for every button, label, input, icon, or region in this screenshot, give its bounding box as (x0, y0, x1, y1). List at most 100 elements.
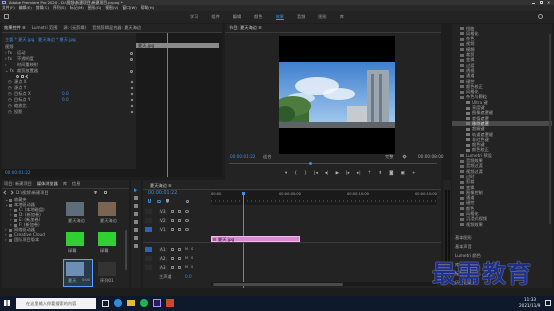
hand-icon[interactable] (133, 236, 138, 240)
linked-selection-icon[interactable] (157, 199, 161, 203)
pen-icon[interactable] (133, 228, 138, 232)
clip-v1[interactable]: 夏天.jpg (211, 236, 300, 242)
workspace-tab[interactable]: 学习 (190, 14, 198, 20)
panel-tab[interactable]: 音频剪辑混合器: 夏天海边 (92, 25, 141, 30)
track-label[interactable]: A1 (159, 247, 167, 253)
play-icon[interactable]: ▶ (336, 171, 339, 177)
media-thumbnail[interactable]: 绿幕 (96, 230, 124, 256)
add-marker-icon[interactable]: ▾ (285, 171, 287, 177)
mini-clip-bar[interactable]: 夏天.jpg (136, 43, 219, 48)
lock-icon[interactable] (171, 228, 174, 231)
mute-icon[interactable]: M (185, 247, 188, 252)
menu-item[interactable]: 编辑(E) (19, 6, 32, 10)
wrench-icon[interactable] (402, 154, 407, 159)
track-header-audio[interactable]: A3 M S (145, 264, 209, 271)
stopwatch-icon[interactable]: ◷ (8, 103, 12, 108)
sync-icon[interactable] (178, 257, 181, 260)
media-thumbnail[interactable]: 夏天海边 (64, 200, 92, 226)
effect-row-crop-placer[interactable]: ⌄ fx 裁剪放置器 (5, 68, 133, 73)
premiere-icon[interactable] (153, 299, 161, 307)
timeline-hscroll[interactable] (211, 282, 437, 286)
effects-tree-item[interactable]: 图像遮罩键 (452, 111, 552, 116)
extract-icon[interactable]: ⇞ (378, 171, 382, 177)
mark-out-icon[interactable]: } (304, 171, 307, 177)
add-marker-icon[interactable] (166, 199, 169, 203)
back-icon[interactable] (3, 190, 8, 195)
chat-icon[interactable] (140, 299, 148, 307)
mini-playhead[interactable] (167, 33, 168, 177)
lock-icon[interactable] (171, 266, 174, 269)
pen-mask-icon[interactable] (25, 73, 30, 79)
sync-icon[interactable] (178, 219, 181, 222)
track-label[interactable]: V1 (159, 227, 167, 233)
media-path[interactable]: D:\视频\新建项目 (16, 190, 49, 195)
lock-icon[interactable] (171, 248, 174, 251)
search-icon[interactable] (538, 14, 543, 19)
lift-icon[interactable]: ⇡ (368, 171, 372, 177)
effects-tree-item[interactable]: 亮度键 (452, 105, 552, 111)
mark-in-icon[interactable]: { (294, 171, 297, 177)
settings-icon[interactable] (186, 199, 189, 203)
track-label[interactable]: V2 (159, 218, 167, 224)
master-value[interactable]: 0.0 (185, 274, 192, 279)
effects-tree-item[interactable]: Ultra 键 (452, 100, 552, 105)
ellipse-mask-icon[interactable] (16, 74, 19, 78)
workspace-tab[interactable]: 编辑 (233, 14, 241, 20)
source-patch[interactable] (145, 256, 152, 261)
program-playhead[interactable] (309, 161, 312, 165)
track-header-video[interactable]: V3 (145, 208, 209, 215)
project-scrollbar[interactable] (125, 230, 127, 270)
workspace-tab[interactable]: 图形 (318, 14, 326, 20)
panel-tab[interactable]: 媒体浏览器 (37, 181, 58, 186)
program-tab[interactable]: 节目: 夏天海边 ≡ (229, 25, 262, 30)
effect-row-time-remap[interactable]: › 时间重映射 (5, 62, 133, 67)
menu-item[interactable]: 窗口(W) (122, 6, 136, 10)
effects-tree-item[interactable]: 视频效果 (452, 222, 552, 227)
panel-tab[interactable]: Lumetri 范围 (32, 25, 58, 30)
lock-icon[interactable] (171, 257, 174, 260)
folder-icon[interactable] (127, 300, 135, 306)
mute-icon[interactable]: M (185, 256, 188, 261)
stopwatch-icon[interactable]: ◷ (8, 97, 12, 102)
keyframe-icon[interactable] (130, 104, 134, 108)
step-back-icon[interactable]: ◂| (325, 171, 329, 177)
effect-property-row[interactable]: ◷ 目标点 X 0.0 (8, 91, 134, 96)
right-section-tab[interactable]: 基本图形 (452, 234, 552, 241)
workspace-tab[interactable]: 库 (340, 14, 344, 20)
effects-tree-item[interactable]: 移除遮罩 (452, 121, 552, 127)
effect-property-row[interactable]: ◷ 缩放比 (8, 103, 134, 108)
source-patch[interactable] (145, 227, 152, 232)
menu-item[interactable]: 图形(G) (88, 6, 102, 10)
type-icon[interactable] (133, 244, 138, 248)
track-label[interactable]: A3 (159, 265, 167, 271)
workspace-tab[interactable]: 颜色 (254, 14, 262, 20)
right-section-tab[interactable]: Lumetri 颜色 (452, 252, 552, 259)
effect-property-row[interactable]: ◷ 源点 X (8, 79, 134, 84)
minimize-icon[interactable] (532, 2, 535, 3)
effect-row-motion[interactable]: › fx 运动 (5, 50, 133, 55)
effects-tree-item[interactable]: 差值遮罩 (452, 116, 552, 121)
keyframe-icon[interactable] (130, 86, 134, 90)
quality-dropdown[interactable]: 完整 (385, 154, 393, 159)
effect-controls-timecode[interactable]: 00:00:01:22 (5, 170, 31, 175)
slip-icon[interactable] (133, 220, 138, 224)
razor-icon[interactable] (133, 212, 138, 216)
right-section-tab[interactable]: 基本声音 (452, 243, 552, 250)
eye-icon[interactable] (185, 219, 189, 222)
media-thumbnail[interactable]: 绿幕 (64, 230, 92, 256)
track-header-video[interactable]: V1 (145, 226, 209, 233)
fit-dropdown[interactable]: 适合 (263, 154, 271, 159)
track-header-audio[interactable]: A1 M S (145, 246, 209, 253)
solo-icon[interactable]: S (191, 247, 193, 252)
solo-icon[interactable]: S (191, 265, 193, 270)
panel-tab[interactable]: 效果控件 ≡ (4, 25, 26, 30)
stopwatch-icon[interactable]: ◷ (8, 91, 12, 96)
panel-tab[interactable]: 项目: 新建项目 (4, 181, 32, 186)
effects-tree-item[interactable]: 杂色与颗粒 (452, 95, 552, 100)
snap-icon[interactable] (148, 199, 151, 203)
maximize-icon[interactable] (540, 1, 543, 4)
media-thumbnail[interactable]: 夏天海边 (96, 200, 124, 226)
menu-item[interactable]: 剪辑(C) (36, 6, 49, 10)
go-to-in-icon[interactable]: |◂ (314, 171, 318, 177)
effects-tree-item[interactable]: 颜色键 (452, 142, 552, 148)
